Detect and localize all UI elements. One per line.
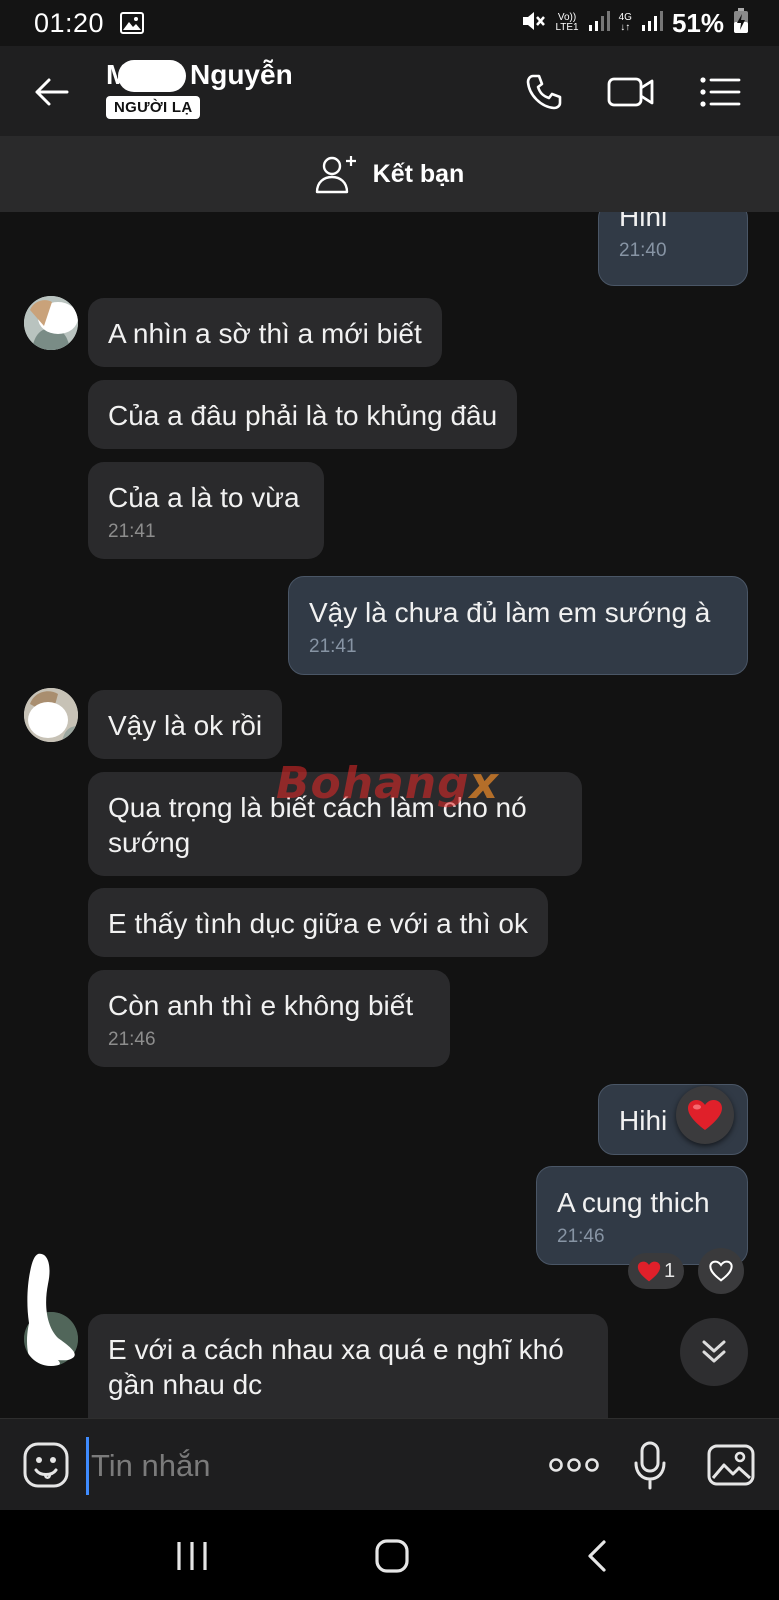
contact-surname: Nguyễn bbox=[190, 59, 293, 90]
sticker-button[interactable] bbox=[22, 1441, 70, 1489]
home-button[interactable] bbox=[372, 1536, 412, 1576]
heart-reaction[interactable] bbox=[676, 1086, 734, 1144]
phone-icon bbox=[526, 74, 562, 110]
signal-icon-1 bbox=[588, 10, 610, 37]
message-text: Hihi bbox=[619, 212, 668, 232]
system-back-button[interactable] bbox=[580, 1536, 614, 1576]
message-bubble[interactable]: Vậy là ok rồi bbox=[88, 690, 283, 759]
more-dots-icon bbox=[549, 1458, 599, 1472]
message-bubble[interactable]: Còn anh thì e không biết 21:46 bbox=[88, 970, 450, 1067]
scroll-to-bottom-button[interactable] bbox=[680, 1318, 748, 1386]
chat-screen: 01:20 Vo)) LTE1 4G ↓↑ 51% Nguyễn NGƯỜI L… bbox=[0, 0, 779, 1600]
avatar[interactable] bbox=[24, 296, 78, 350]
video-call-button[interactable] bbox=[606, 70, 656, 114]
message-bubble[interactable]: A nhìn a sờ thì a mới biết bbox=[88, 298, 442, 367]
message-time: 21:40 bbox=[619, 240, 667, 261]
message-text: Vậy là chưa đủ làm em sướng à bbox=[309, 597, 711, 628]
message-time: 21:41 bbox=[108, 521, 156, 542]
add-person-icon bbox=[315, 156, 356, 194]
status-time: 01:20 bbox=[34, 7, 105, 38]
stranger-badge: NGƯỜI LẠ bbox=[106, 96, 201, 119]
message-list[interactable]: Hihi 21:40 A nhìn a sờ thì a mới biết Củ… bbox=[0, 212, 779, 1418]
message-bubble[interactable]: Hihi 21:40 bbox=[598, 212, 748, 286]
system-navigation-bar bbox=[0, 1510, 779, 1600]
double-chevron-down-icon bbox=[702, 1340, 726, 1363]
call-button[interactable] bbox=[522, 70, 566, 114]
battery-charging-icon bbox=[733, 7, 749, 39]
mute-icon bbox=[520, 9, 546, 38]
gallery-notification-icon bbox=[120, 12, 145, 34]
network-arrows-text: ↓↑ bbox=[620, 22, 631, 33]
message-time: 21:46 bbox=[108, 1029, 156, 1050]
voice-record-button[interactable] bbox=[632, 1441, 668, 1491]
battery-percent: 51% bbox=[671, 7, 724, 38]
heart-outline-icon bbox=[709, 1260, 733, 1282]
message-input[interactable] bbox=[86, 1437, 513, 1495]
smiley-sticker-icon bbox=[23, 1442, 69, 1488]
message-bubble[interactable]: E với a cách nhau xa quá e nghĩ khó gần … bbox=[88, 1314, 608, 1418]
name-redaction bbox=[118, 60, 186, 92]
react-button[interactable] bbox=[698, 1248, 744, 1294]
status-icons: Vo)) LTE1 4G ↓↑ 51% bbox=[520, 7, 749, 39]
message-text: E với a cách nhau xa quá e nghĩ khó gần … bbox=[108, 1334, 564, 1400]
back-arrow-icon bbox=[35, 78, 69, 106]
menu-button[interactable] bbox=[698, 70, 742, 114]
reaction-count: 1 bbox=[663, 1259, 676, 1282]
message-text: Hihi bbox=[619, 1105, 668, 1136]
volte-indicator: Vo)) LTE1 bbox=[555, 13, 578, 33]
home-icon bbox=[375, 1539, 409, 1573]
add-friend-button[interactable]: Kết bạn bbox=[0, 136, 779, 213]
message-text: A cung thich bbox=[557, 1187, 710, 1218]
message-text: Vậy là ok rồi bbox=[108, 710, 263, 741]
more-options-button[interactable] bbox=[548, 1447, 600, 1483]
message-time: 21:41 bbox=[309, 636, 357, 657]
signal-icon-2 bbox=[641, 10, 663, 37]
chat-header: MNguyễn NGƯỜI LẠ bbox=[0, 46, 779, 136]
contact-info[interactable]: MNguyễn NGƯỜI LẠ bbox=[106, 59, 293, 119]
message-bubble[interactable]: E thấy tình dục giữa e với a thì ok bbox=[88, 888, 548, 957]
message-text: Còn anh thì e không biết bbox=[108, 990, 414, 1021]
status-bar: 01:20 Vo)) LTE1 4G ↓↑ 51% bbox=[0, 0, 779, 46]
recent-apps-button[interactable] bbox=[172, 1536, 212, 1576]
message-input-bar bbox=[0, 1418, 779, 1511]
list-menu-icon bbox=[700, 77, 741, 107]
message-bubble[interactable]: Của a đâu phải là to khủng đâu bbox=[88, 380, 518, 449]
message-time: 21:46 bbox=[557, 1226, 605, 1247]
microphone-icon bbox=[634, 1441, 666, 1490]
message-text: Qua trọng là biết cách làm cho nó sướng bbox=[108, 792, 527, 858]
message-text: A nhìn a sờ thì a mới biết bbox=[108, 318, 422, 349]
message-text: Của a đâu phải là to khủng đâu bbox=[108, 400, 498, 431]
message-text: Của a là to vừa bbox=[108, 482, 300, 513]
image-gallery-icon bbox=[707, 1444, 755, 1486]
back-button[interactable] bbox=[30, 72, 72, 112]
volte-bottom-text: LTE1 bbox=[555, 22, 579, 33]
send-image-button[interactable] bbox=[706, 1443, 756, 1487]
message-text: E thấy tình dục giữa e với a thì ok bbox=[108, 908, 528, 939]
add-friend-label: Kết bạn bbox=[372, 159, 465, 188]
recent-apps-icon bbox=[177, 1542, 207, 1570]
avatar-redaction bbox=[24, 1252, 84, 1362]
heart-icon bbox=[688, 1100, 722, 1130]
message-bubble[interactable]: Qua trọng là biết cách làm cho nó sướng bbox=[88, 772, 582, 876]
chevron-left-icon bbox=[588, 1540, 606, 1572]
message-bubble[interactable]: Vậy là chưa đủ làm em sướng à 21:41 bbox=[288, 576, 748, 675]
video-camera-icon bbox=[607, 77, 654, 107]
network-4g-indicator: 4G ↓↑ bbox=[619, 13, 632, 33]
heart-icon bbox=[637, 1261, 661, 1281]
avatar[interactable] bbox=[24, 688, 78, 742]
message-bubble[interactable]: Của a là to vừa 21:41 bbox=[88, 462, 324, 559]
reaction-count-pill[interactable]: 1 bbox=[628, 1253, 684, 1289]
